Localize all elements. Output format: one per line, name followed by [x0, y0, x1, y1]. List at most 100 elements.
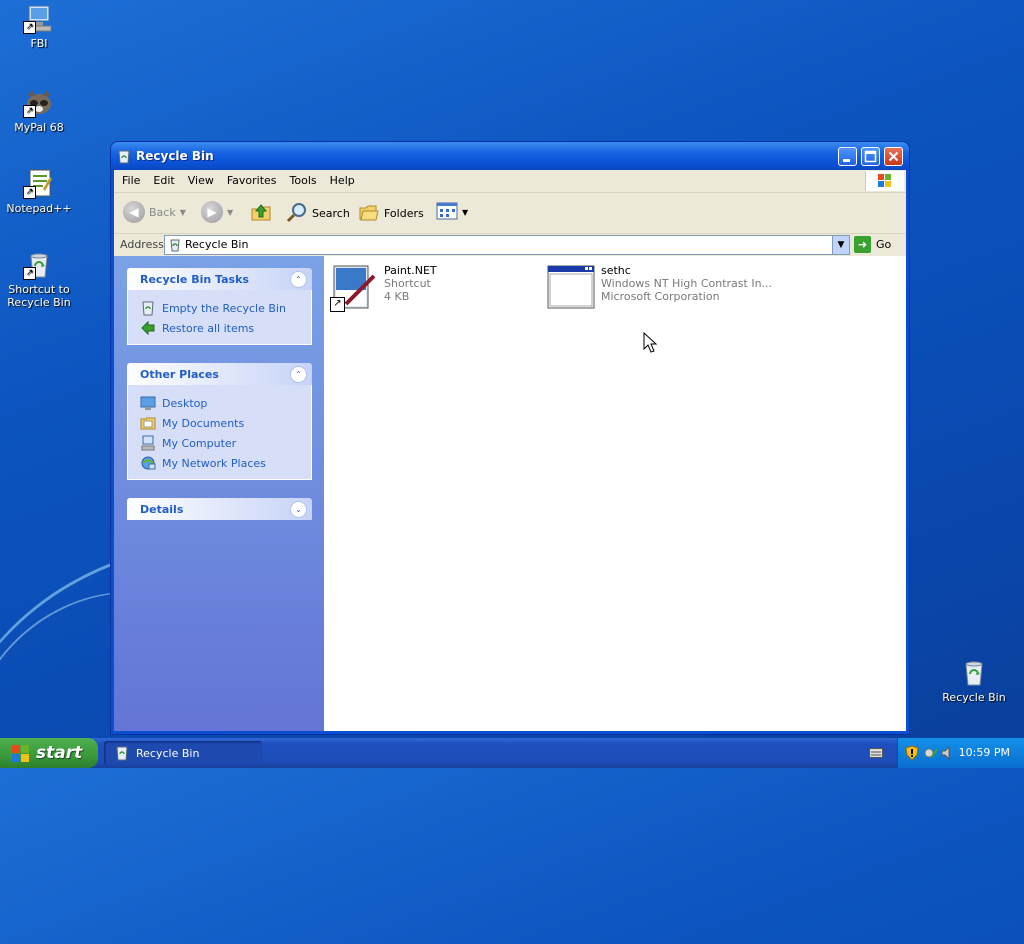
address-dropdown-button[interactable]: ▼ [832, 236, 849, 254]
chevron-down-icon: ▼ [462, 208, 469, 217]
file-description: Windows NT High Contrast In... [601, 277, 773, 290]
recycle-bin-icon [116, 746, 128, 761]
desktop-icon-label: Notepad++ [6, 202, 72, 215]
desktop-icon-label: MyPal 68 [14, 121, 64, 134]
restore-icon [141, 320, 155, 336]
keyboard-icon[interactable] [869, 747, 883, 762]
security-shield-icon[interactable] [905, 745, 919, 764]
file-list: ↗ Paint.NET Shortcut 4 KB sethc Windows … [324, 256, 906, 731]
mouse-pointer-icon [643, 331, 658, 357]
desktop-icon-label: FBI [30, 37, 48, 50]
views-button[interactable]: ▼ [436, 201, 468, 224]
file-name: Paint.NET [384, 264, 437, 277]
desktop-icon [140, 396, 156, 410]
file-company: Microsoft Corporation [601, 290, 720, 303]
details-panel: Details ⌄ [127, 498, 312, 520]
menu-edit[interactable]: Edit [145, 170, 179, 187]
network-icon [141, 456, 156, 470]
panel-header[interactable]: Details ⌄ [127, 498, 312, 520]
recycle-bin-icon [170, 239, 180, 252]
menu-tools[interactable]: Tools [282, 170, 322, 187]
address-input[interactable]: Recycle Bin ▼ [164, 235, 850, 255]
back-button[interactable]: ◀ Back ▼ [123, 201, 186, 223]
forward-button[interactable]: ▶ ▼ [201, 201, 233, 223]
folders-button[interactable]: Folders [358, 201, 424, 226]
place-my-computer-link[interactable]: My Computer [140, 433, 311, 453]
file-item-sethc[interactable]: sethc Windows NT High Contrast In... Mic… [547, 264, 772, 312]
recycle-bin-tasks-panel: Recycle Bin Tasks ⌃ Empty the Recycle Bi… [127, 268, 312, 345]
desktop-icon-label: Recycle Bin [942, 691, 1006, 704]
forward-arrow-icon: ▶ [201, 201, 223, 223]
windows-flag-icon [865, 171, 904, 191]
folder-icon [140, 417, 156, 430]
window-title: Recycle Bin [136, 149, 214, 163]
recycle-bin-icon [958, 656, 990, 688]
restore-all-items-link[interactable]: Restore all items [140, 318, 311, 338]
panel-header[interactable]: Recycle Bin Tasks ⌃ [127, 268, 312, 290]
notepad-icon: ↗ [23, 167, 55, 199]
chevron-down-icon: ▼ [227, 207, 234, 217]
application-window-icon [547, 264, 595, 312]
windows-flag-icon [12, 745, 29, 762]
folders-icon [358, 201, 380, 226]
main-area: Recycle Bin Tasks ⌃ Empty the Recycle Bi… [114, 256, 906, 731]
task-pane: Recycle Bin Tasks ⌃ Empty the Recycle Bi… [114, 256, 324, 731]
network-tray-icon[interactable] [923, 745, 939, 764]
address-label: Address [120, 238, 164, 251]
place-my-network-link[interactable]: My Network Places [140, 453, 311, 473]
desktop-icon-mypal[interactable]: ↗ MyPal 68 [0, 86, 78, 134]
panel-body: Desktop My Documents My Computer My Netw… [127, 385, 312, 480]
recycle-bin-icon [116, 148, 132, 164]
title-bar[interactable]: Recycle Bin [111, 142, 909, 170]
minimize-button[interactable] [838, 147, 857, 166]
speaker-icon[interactable] [940, 745, 952, 764]
chevron-down-icon: ▼ [179, 207, 186, 217]
views-icon [436, 201, 458, 224]
file-item-paint-net[interactable]: ↗ Paint.NET Shortcut 4 KB [330, 264, 437, 312]
menu-file[interactable]: File [114, 170, 145, 187]
empty-recycle-bin-link[interactable]: Empty the Recycle Bin [140, 298, 311, 318]
menu-view[interactable]: View [180, 170, 219, 187]
paint-net-icon: ↗ [330, 264, 378, 312]
desktop-icon-notepadpp[interactable]: ↗ Notepad++ [0, 167, 78, 215]
address-bar: Address Recycle Bin ▼ ➜ Go [114, 234, 906, 257]
recycle-bin-icon [142, 301, 154, 316]
collapse-icon[interactable]: ⌃ [290, 271, 307, 288]
menu-help[interactable]: Help [322, 170, 360, 187]
system-tray: 10:59 PM [897, 738, 1024, 768]
raccoon-icon: ↗ [23, 86, 55, 118]
up-button[interactable] [250, 201, 272, 226]
file-type: Shortcut [384, 277, 431, 290]
folder-up-icon [250, 201, 272, 226]
place-desktop-link[interactable]: Desktop [140, 393, 311, 413]
place-my-documents-link[interactable]: My Documents [140, 413, 311, 433]
collapse-icon[interactable]: ⌃ [290, 366, 307, 383]
other-places-panel: Other Places ⌃ Desktop My Documents My C… [127, 363, 312, 480]
close-button[interactable] [884, 147, 903, 166]
search-button[interactable]: Search [286, 201, 350, 226]
menu-favorites[interactable]: Favorites [219, 170, 282, 187]
search-icon [286, 201, 308, 226]
menu-bar: File Edit View Favorites Tools Help [114, 170, 906, 193]
address-value: Recycle Bin [185, 238, 249, 251]
computer-icon [141, 435, 155, 451]
explorer-window: Recycle Bin File Edit View Favorites Tools He… [111, 142, 909, 734]
clock[interactable]: 10:59 PM [959, 746, 1010, 759]
recycle-bin-icon: ↗ [23, 248, 55, 280]
start-button[interactable]: start [0, 738, 98, 768]
desktop-icon-fbi[interactable]: ↗ FBI [0, 2, 78, 50]
desktop-icon-recycle-shortcut[interactable]: ↗ Shortcut to Recycle Bin [0, 248, 78, 309]
window-body: File Edit View Favorites Tools Help ◀ Back ▼ … [114, 170, 906, 731]
maximize-button[interactable] [861, 147, 880, 166]
file-name: sethc [601, 264, 631, 277]
panel-body: Empty the Recycle Bin Restore all items [127, 290, 312, 345]
expand-icon[interactable]: ⌄ [290, 501, 307, 518]
file-size: 4 KB [384, 290, 410, 303]
go-button[interactable]: ➜ Go [854, 236, 891, 253]
computer-icon: ↗ [23, 2, 55, 34]
taskbar-item-recycle-bin[interactable]: Recycle Bin [104, 741, 262, 765]
desktop-icon-label: Shortcut to Recycle Bin [7, 283, 71, 309]
desktop-icon-recycle-bin[interactable]: Recycle Bin [935, 656, 1013, 704]
panel-header[interactable]: Other Places ⌃ [127, 363, 312, 385]
toolbar: ◀ Back ▼ ▶ ▼ Search Folders ▼ [114, 193, 906, 234]
